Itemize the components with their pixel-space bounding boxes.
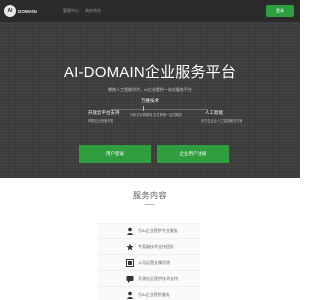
list-item[interactable]: 专家级技术支持团队 bbox=[97, 239, 200, 255]
feature-center: 万维技术 bbox=[125, 98, 175, 105]
list-item-label: 公司运营支撑资源 bbox=[138, 259, 170, 265]
feature-right-sub: 多方位企业人工智能解决方案 bbox=[201, 119, 243, 123]
list-item[interactable]: 为AI企业提供专业服务 bbox=[97, 223, 200, 239]
user-icon bbox=[125, 290, 134, 299]
login-button[interactable]: 登录 bbox=[266, 5, 294, 17]
hero-section: AI-DOMAIN企业服务平台 拥抱人工智能时代，AI企业提供一站式服务平台 万… bbox=[0, 22, 300, 178]
corp-register-button[interactable]: 企业用户注册 bbox=[157, 145, 229, 163]
list-item-label: 为AI企业提供专业服务 bbox=[138, 228, 178, 233]
feature-center-title: 万维技术 bbox=[141, 98, 159, 103]
nav-item-business[interactable]: 商务合作 bbox=[85, 8, 101, 14]
logo-mark: AI bbox=[4, 5, 16, 17]
user-login-button[interactable]: 用户登录 bbox=[79, 145, 151, 163]
list-item[interactable]: 为AI企业提供服务 bbox=[97, 287, 200, 300]
grid-icon bbox=[125, 258, 134, 267]
chat-icon bbox=[125, 274, 134, 283]
user-icon bbox=[125, 227, 134, 236]
nav-item-admin[interactable]: 管理中心 bbox=[63, 8, 79, 14]
services-title: 服务内容 bbox=[133, 191, 167, 200]
star-icon bbox=[125, 242, 134, 251]
feature-left-sub: 帮助企业快速开发 bbox=[88, 119, 114, 123]
logo-text: DOMAIN bbox=[18, 8, 37, 14]
services-list: 为AI企业提供专业服务 专家级技术支持团队 公司运营支撑资源 开源社区提供技术支… bbox=[97, 223, 200, 300]
feature-right-title: 人工智能 bbox=[205, 110, 223, 115]
list-item[interactable]: 开源社区提供技术支持 bbox=[97, 271, 200, 287]
logo[interactable]: AI DOMAIN bbox=[4, 4, 38, 18]
list-item[interactable]: 公司运营支撑资源 bbox=[97, 255, 200, 271]
connector-line bbox=[110, 109, 208, 110]
feature-left-title: 开放云平台支持 bbox=[88, 110, 120, 115]
list-item-label: 为AI企业提供服务 bbox=[138, 291, 170, 297]
top-nav-bar: AI DOMAIN 管理中心 商务合作 登录 bbox=[0, 0, 300, 22]
hero-title: AI-DOMAIN企业服务平台 bbox=[63, 64, 237, 81]
feature-center-sub: 分布式计算服务 支付等第一站式服务 bbox=[130, 113, 182, 117]
list-item-label: 专家级技术支持团队 bbox=[138, 243, 174, 249]
feature-left: 开放云平台支持 bbox=[88, 110, 130, 117]
feature-right: 人工智能 bbox=[205, 110, 245, 117]
title-divider bbox=[145, 204, 155, 205]
list-item-label: 开源社区提供技术支持 bbox=[138, 275, 178, 281]
hero-subtitle: 拥抱人工智能时代，AI企业提供一站式服务平台 bbox=[108, 87, 192, 92]
